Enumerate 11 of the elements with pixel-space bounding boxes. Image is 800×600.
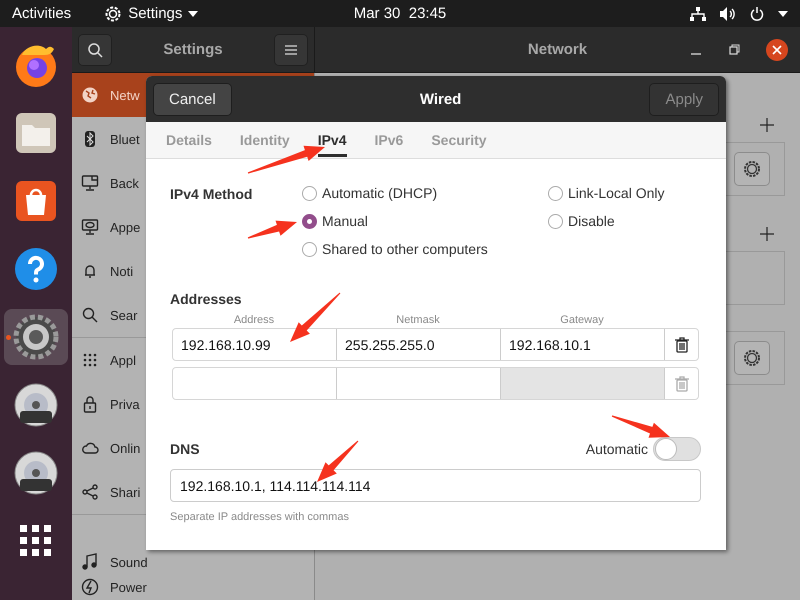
dialog-title: Wired	[420, 90, 462, 108]
column-header: Netmask	[395, 314, 441, 326]
automatic-label: Automatic	[586, 441, 648, 457]
window-title: Network	[528, 41, 588, 58]
sidebar-title: Settings	[163, 41, 223, 58]
column-header: Gateway	[559, 314, 605, 326]
addresses-heading: Addresses	[170, 291, 243, 307]
dns-hint: Separate IP addresses with commas	[170, 511, 350, 523]
dns-heading: DNS	[170, 441, 200, 457]
column-header: Address	[232, 314, 276, 326]
method-label: IPv4 Method	[170, 185, 254, 202]
